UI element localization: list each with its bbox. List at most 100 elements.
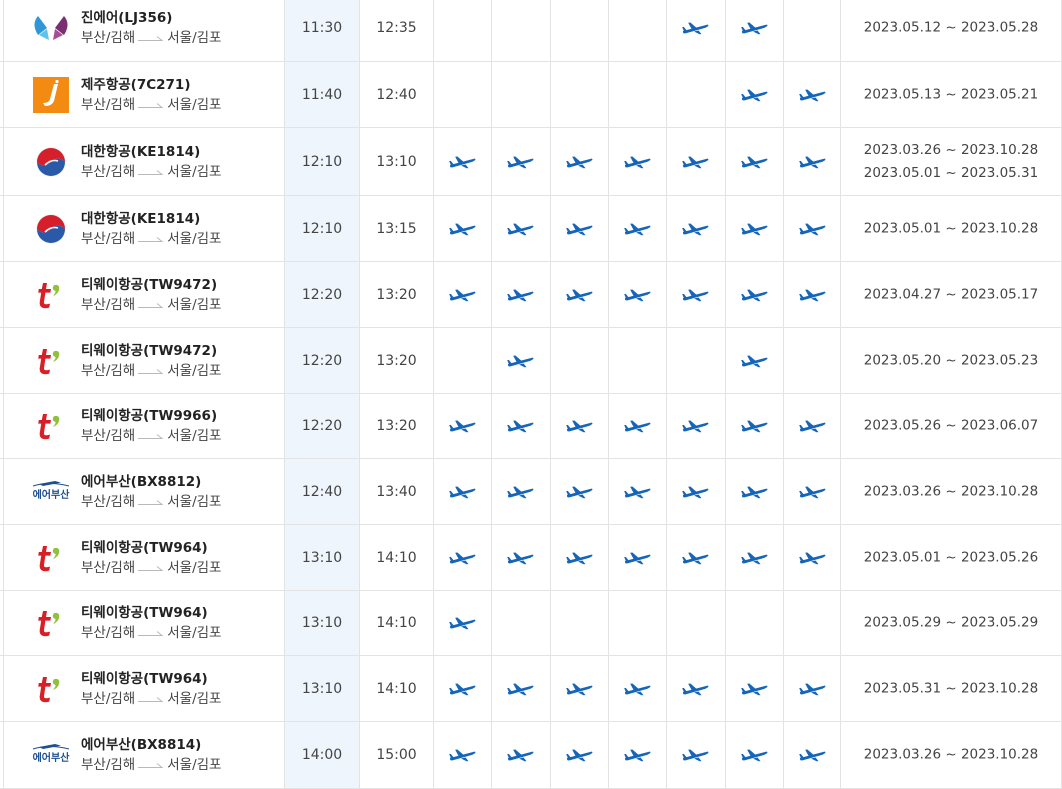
weekday-cell bbox=[433, 328, 491, 393]
weekday-cell bbox=[433, 262, 491, 327]
plane-icon bbox=[434, 617, 491, 630]
departure-time: 13:10 bbox=[301, 680, 343, 697]
plane-icon bbox=[726, 288, 783, 301]
plane-icon bbox=[784, 749, 841, 762]
weekday-cell bbox=[550, 722, 608, 788]
plane-icon bbox=[434, 749, 491, 762]
plane-icon bbox=[784, 222, 841, 235]
route-to: 서울/김포 bbox=[167, 362, 222, 379]
airline-cell: 에어부산 에어부산(BX8812) 부산/김해 서울/김포 bbox=[3, 459, 284, 524]
weekday-cell bbox=[491, 525, 549, 590]
weekday-cell bbox=[491, 722, 549, 788]
route-from: 부산/김해 bbox=[81, 690, 136, 707]
plane-icon bbox=[434, 682, 491, 695]
weekday-cell bbox=[433, 656, 491, 721]
plane-icon bbox=[667, 551, 724, 564]
airline-name: 대한항공(KE1814) bbox=[81, 210, 201, 227]
weekday-cell bbox=[608, 128, 666, 195]
weekday-cell bbox=[608, 262, 666, 327]
arrival-time: 14:10 bbox=[376, 615, 417, 631]
plane-icon bbox=[551, 288, 608, 301]
arrival-time: 13:10 bbox=[376, 153, 417, 170]
departure-time: 12:10 bbox=[301, 153, 343, 170]
flight-row: 티웨이항공(TW964) 부산/김해 서울/김포 13:10 14:10 2023.05… bbox=[0, 591, 1062, 656]
route-arrow-icon bbox=[138, 35, 164, 41]
route-from: 부산/김해 bbox=[81, 493, 136, 510]
plane-icon bbox=[667, 749, 724, 762]
route-arrow-icon bbox=[138, 102, 164, 108]
route: 부산/김해 서울/김포 bbox=[81, 28, 221, 48]
svg-text:에어부산: 에어부산 bbox=[33, 751, 71, 764]
plane-icon bbox=[784, 682, 841, 695]
weekday-cell bbox=[666, 196, 724, 261]
plane-icon bbox=[492, 354, 549, 367]
operating-period: 2023.05.31 ~ 2023.10.28 bbox=[863, 680, 1039, 696]
route-arrow-icon bbox=[138, 631, 164, 636]
plane-icon bbox=[609, 288, 666, 301]
operating-period-cell: 2023.03.26 ~ 2023.10.28 2023.05.01 ~ 2023… bbox=[840, 128, 1062, 195]
route-arrow-icon bbox=[138, 696, 164, 702]
plane-icon bbox=[726, 155, 783, 168]
route: 부산/김해 서울/김포 bbox=[81, 229, 221, 249]
weekday-cell bbox=[491, 328, 549, 393]
weekday-cell bbox=[550, 128, 608, 195]
weekday-cell bbox=[550, 62, 608, 127]
departure-time-cell: 12:20 bbox=[284, 262, 359, 327]
arrival-time-cell: 15:00 bbox=[359, 722, 433, 788]
plane-icon bbox=[667, 155, 724, 168]
airline-cell: 티웨이항공(TW964) 부산/김해 서울/김포 bbox=[3, 591, 284, 655]
departure-time: 12:20 bbox=[301, 286, 343, 303]
route: 부산/김해 서울/김포 bbox=[81, 689, 221, 709]
plane-icon bbox=[726, 749, 783, 762]
plane-icon bbox=[609, 749, 666, 762]
plane-icon bbox=[726, 551, 783, 564]
departure-time-cell: 12:20 bbox=[284, 394, 359, 458]
arrival-time: 14:10 bbox=[376, 680, 417, 697]
route-from: 부산/김해 bbox=[81, 230, 136, 247]
weekday-cell bbox=[433, 459, 491, 524]
plane-icon bbox=[609, 551, 666, 564]
plane-icon bbox=[726, 222, 783, 235]
weekday-cell bbox=[666, 459, 724, 524]
weekday-cell bbox=[725, 722, 783, 788]
operating-period: 2023.05.20 ~ 2023.05.23 bbox=[863, 352, 1039, 368]
route: 부산/김해 서울/김포 bbox=[81, 295, 221, 315]
weekday-cell bbox=[783, 196, 841, 261]
weekday-cell bbox=[433, 394, 491, 458]
arrival-time-cell: 13:20 bbox=[359, 262, 433, 327]
operating-period-cell: 2023.04.27 ~ 2023.05.17 bbox=[840, 262, 1062, 327]
plane-icon bbox=[726, 88, 783, 101]
weekday-cell bbox=[783, 128, 841, 195]
weekday-cell bbox=[491, 196, 549, 261]
plane-icon bbox=[609, 222, 666, 235]
route-to: 서울/김포 bbox=[167, 690, 222, 707]
plane-icon bbox=[726, 354, 783, 367]
weekday-cell bbox=[550, 591, 608, 655]
weekday-cell bbox=[608, 525, 666, 590]
airline-cell: 티웨이항공(TW964) 부산/김해 서울/김포 bbox=[3, 656, 284, 721]
weekday-cell bbox=[725, 128, 783, 195]
plane-icon bbox=[492, 485, 549, 498]
route-from: 부산/김해 bbox=[81, 625, 136, 641]
arrival-time-cell: 13:20 bbox=[359, 394, 433, 458]
plane-icon bbox=[551, 222, 608, 235]
weekday-cell bbox=[725, 262, 783, 327]
weekday-cell bbox=[783, 262, 841, 327]
svg-text:에어부산: 에어부산 bbox=[33, 488, 71, 501]
flight-row: 티웨이항공(TW9472) 부산/김해 서울/김포 12:20 13:20 2023.0… bbox=[0, 262, 1062, 328]
flight-row: 티웨이항공(TW964) 부산/김해 서울/김포 13:10 14:10 2023.05… bbox=[0, 656, 1062, 722]
plane-icon bbox=[784, 288, 841, 301]
weekday-cell bbox=[491, 62, 549, 127]
route-from: 부산/김해 bbox=[81, 163, 136, 180]
flight-row: 티웨이항공(TW9472) 부산/김해 서울/김포 12:20 13:20 2023.0… bbox=[0, 328, 1062, 394]
route: 부산/김해 서울/김포 bbox=[81, 623, 221, 643]
route-arrow-icon bbox=[138, 169, 164, 175]
arrival-time: 13:20 bbox=[376, 418, 417, 434]
weekday-cell bbox=[666, 525, 724, 590]
route: 부산/김해 서울/김포 bbox=[81, 755, 221, 775]
arrival-time-cell: 14:10 bbox=[359, 525, 433, 590]
weekday-cell bbox=[666, 591, 724, 655]
weekday-cell bbox=[608, 62, 666, 127]
plane-icon bbox=[609, 155, 666, 168]
airline-name: 대한항공(KE1814) bbox=[81, 143, 201, 160]
